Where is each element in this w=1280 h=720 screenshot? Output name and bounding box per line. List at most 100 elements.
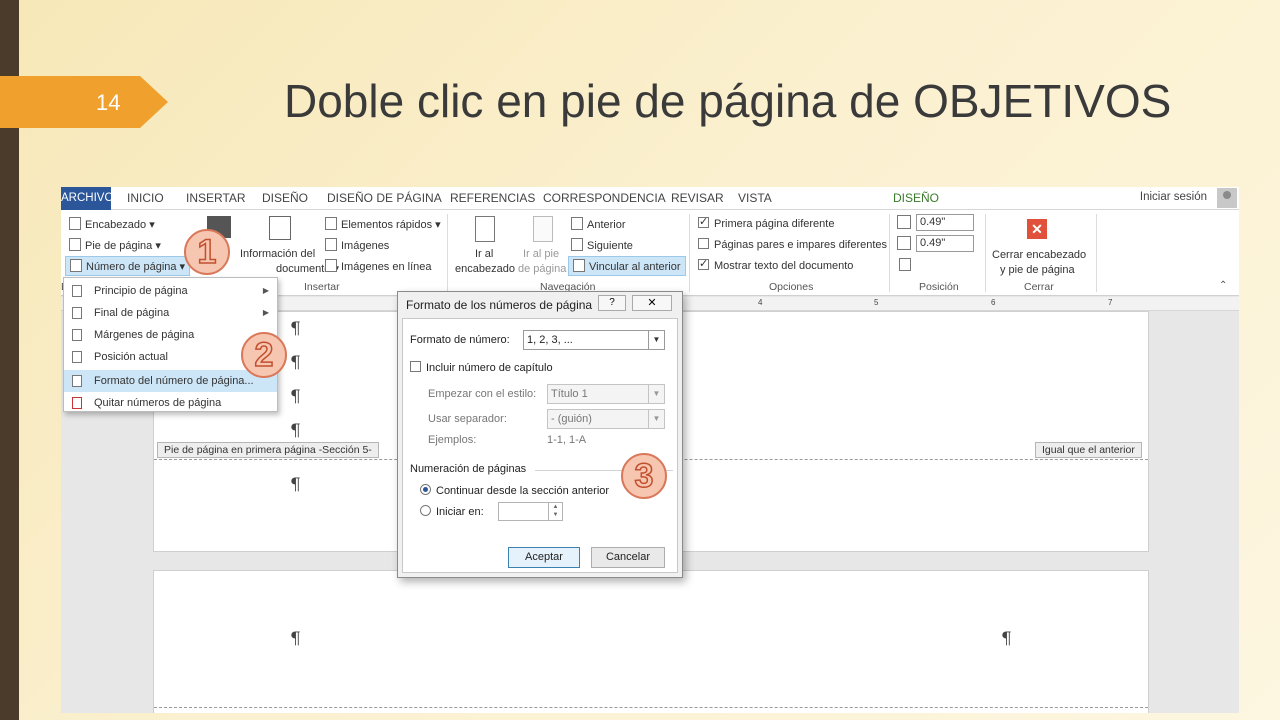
ir-al-encabezado-button[interactable]: Ir al — [475, 248, 493, 260]
header-position-input[interactable]: 0.49" — [916, 214, 974, 231]
ir-al-encabezado-button-line2[interactable]: encabezado — [455, 263, 515, 275]
ruler-number: 6 — [991, 298, 996, 307]
slide-number-arrow — [0, 76, 168, 128]
footer-position-icon — [897, 236, 911, 250]
cerrar-encabezado-button-line2[interactable]: y pie de página — [1000, 264, 1075, 276]
encabezado-button[interactable]: Encabezado ▾ — [69, 217, 155, 231]
ir-al-pie-button-line2[interactable]: de página — [518, 263, 566, 275]
menu-item-formato[interactable]: Formato del número de página... — [64, 370, 277, 392]
ribbon-tabs: ARCHIVO INICIO INSERTAR DISEÑO DISEÑO DE… — [61, 187, 1239, 210]
cerrar-encabezado-button[interactable]: Cerrar encabezado — [992, 249, 1086, 261]
previous-icon — [571, 217, 583, 230]
tab-diseno-header-footer[interactable]: DISEÑO — [893, 191, 939, 207]
menu-item-quitar[interactable]: Quitar números de página — [64, 392, 277, 414]
quick-parts-icon — [325, 217, 337, 230]
mostrar-texto-checkbox[interactable]: Mostrar texto del documento — [698, 257, 853, 272]
cancelar-button[interactable]: Cancelar — [591, 547, 665, 568]
next-icon — [571, 238, 583, 251]
help-button[interactable]: ? — [598, 295, 626, 311]
close-button[interactable]: ✕ — [632, 295, 672, 311]
radio-selected — [420, 484, 431, 495]
group-label-opciones: Opciones — [769, 281, 814, 293]
page-number-icon — [70, 259, 82, 272]
pares-impares-checkbox[interactable]: Páginas pares e impares diferentes — [698, 238, 887, 251]
footer-position-input[interactable]: 0.49" — [916, 235, 974, 252]
info-documento-button[interactable]: Información del — [240, 248, 315, 260]
current-position-icon — [72, 351, 82, 363]
numeracion-label: Numeración de páginas — [410, 463, 527, 475]
checkbox-unchecked — [698, 238, 709, 249]
ir-al-pie-button[interactable]: Ir al pie — [523, 248, 559, 260]
imagenes-button[interactable]: Imágenes — [325, 238, 389, 252]
checkbox-checked — [698, 215, 709, 228]
submenu-arrow-icon: ▶ — [262, 286, 269, 295]
anterior-button[interactable]: Anterior — [571, 217, 626, 231]
elementos-rapidos-button[interactable]: Elementos rápidos ▾ — [325, 217, 441, 231]
step-marker-2: 2 — [241, 332, 287, 378]
header-icon — [69, 217, 81, 230]
ruler-number: 4 — [758, 298, 763, 307]
incluir-capitulo-checkbox[interactable]: Incluir número de capítulo — [410, 361, 553, 374]
aceptar-button[interactable]: Aceptar — [508, 547, 580, 568]
go-to-footer-icon — [533, 216, 553, 242]
footer-label: Pie de página en primera página -Sección… — [157, 442, 379, 458]
imagenes-en-linea-button[interactable]: Imágenes en línea — [325, 259, 432, 273]
dialog-title: Formato de los números de página — [406, 298, 593, 312]
empezar-label: Empezar con el estilo: — [428, 388, 537, 400]
online-picture-icon — [325, 259, 337, 272]
numero-de-pagina-button[interactable]: Número de página ▾ — [65, 256, 191, 276]
primera-pagina-diferente-checkbox[interactable]: Primera página diferente — [698, 215, 834, 230]
link-previous-icon — [573, 259, 585, 272]
siguiente-button[interactable]: Siguiente — [571, 238, 633, 252]
group-separator — [889, 214, 890, 292]
paragraph-mark: ¶ — [1001, 629, 1012, 649]
paragraph-mark: ¶ — [290, 475, 301, 495]
menu-item-principio[interactable]: Principio de página ▶ — [64, 280, 277, 302]
paragraph-mark: ¶ — [290, 387, 301, 407]
dropdown-arrow-icon: ▼ — [648, 331, 664, 349]
ejemplos-label: Ejemplos: — [428, 434, 477, 446]
empezar-select[interactable]: Título 1 ▼ — [547, 384, 665, 404]
paragraph-mark: ¶ — [290, 421, 301, 441]
signin-link[interactable]: Iniciar sesión — [1140, 191, 1207, 203]
format-page-numbers-icon — [72, 375, 82, 387]
tab-correspondencia[interactable]: CORRESPONDENCIA — [543, 191, 666, 207]
tab-diseno-de-pagina[interactable]: DISEÑO DE PÁGINA — [327, 191, 442, 207]
dialog-body: Formato de número: 1, 2, 3, ... ▼ Inclui… — [402, 318, 678, 573]
tab-insertar[interactable]: INSERTAR — [186, 191, 246, 207]
tab-vista[interactable]: VISTA — [738, 191, 772, 207]
tab-archivo[interactable]: ARCHIVO — [61, 187, 113, 210]
group-separator — [689, 214, 690, 292]
footer-boundary — [154, 707, 1148, 708]
iniciar-en-spinner[interactable]: ▲ ▼ — [498, 502, 563, 521]
step-marker-3: 3 — [621, 453, 667, 499]
paragraph-mark: ¶ — [290, 629, 301, 649]
ruler-number: 7 — [1108, 298, 1113, 307]
separador-select[interactable]: - (guión) ▼ — [547, 409, 665, 429]
tab-revisar[interactable]: REVISAR — [671, 191, 724, 207]
vincular-al-anterior-button[interactable]: Vincular al anterior — [568, 256, 686, 276]
top-of-page-icon — [72, 285, 82, 297]
checkbox-unchecked — [410, 361, 421, 372]
iniciar-en-radio[interactable]: Iniciar en: — [420, 505, 484, 518]
user-icon[interactable] — [1217, 188, 1237, 208]
step-marker-1: 1 — [184, 229, 230, 275]
page-number-format-dialog: Formato de los números de página ? ✕ For… — [397, 291, 683, 578]
tab-diseno[interactable]: DISEÑO — [262, 191, 308, 207]
tab-referencias[interactable]: REFERENCIAS — [450, 191, 535, 207]
slide-title: Doble clic en pie de página de OBJETIVOS — [284, 75, 1172, 127]
continuar-radio[interactable]: Continuar desde la sección anterior — [420, 484, 609, 497]
pie-de-pagina-button[interactable]: Pie de página ▾ — [69, 238, 161, 252]
menu-item-final[interactable]: Final de página ▶ — [64, 302, 277, 324]
formato-select[interactable]: 1, 2, 3, ... ▼ — [523, 330, 665, 350]
insert-alignment-tab-icon[interactable] — [899, 258, 911, 271]
spinner-arrows-icon[interactable]: ▲ ▼ — [548, 503, 562, 520]
ruler-number: 5 — [874, 298, 879, 307]
collapse-ribbon-icon[interactable]: ⌃ — [1219, 280, 1227, 291]
tab-inicio[interactable]: INICIO — [127, 191, 164, 207]
go-to-header-icon — [475, 216, 495, 242]
close-red-icon[interactable]: ✕ — [1027, 219, 1047, 239]
document-info-icon — [269, 216, 291, 240]
paragraph-mark: ¶ — [290, 319, 301, 339]
same-as-previous-tag: Igual que el anterior — [1035, 442, 1142, 458]
